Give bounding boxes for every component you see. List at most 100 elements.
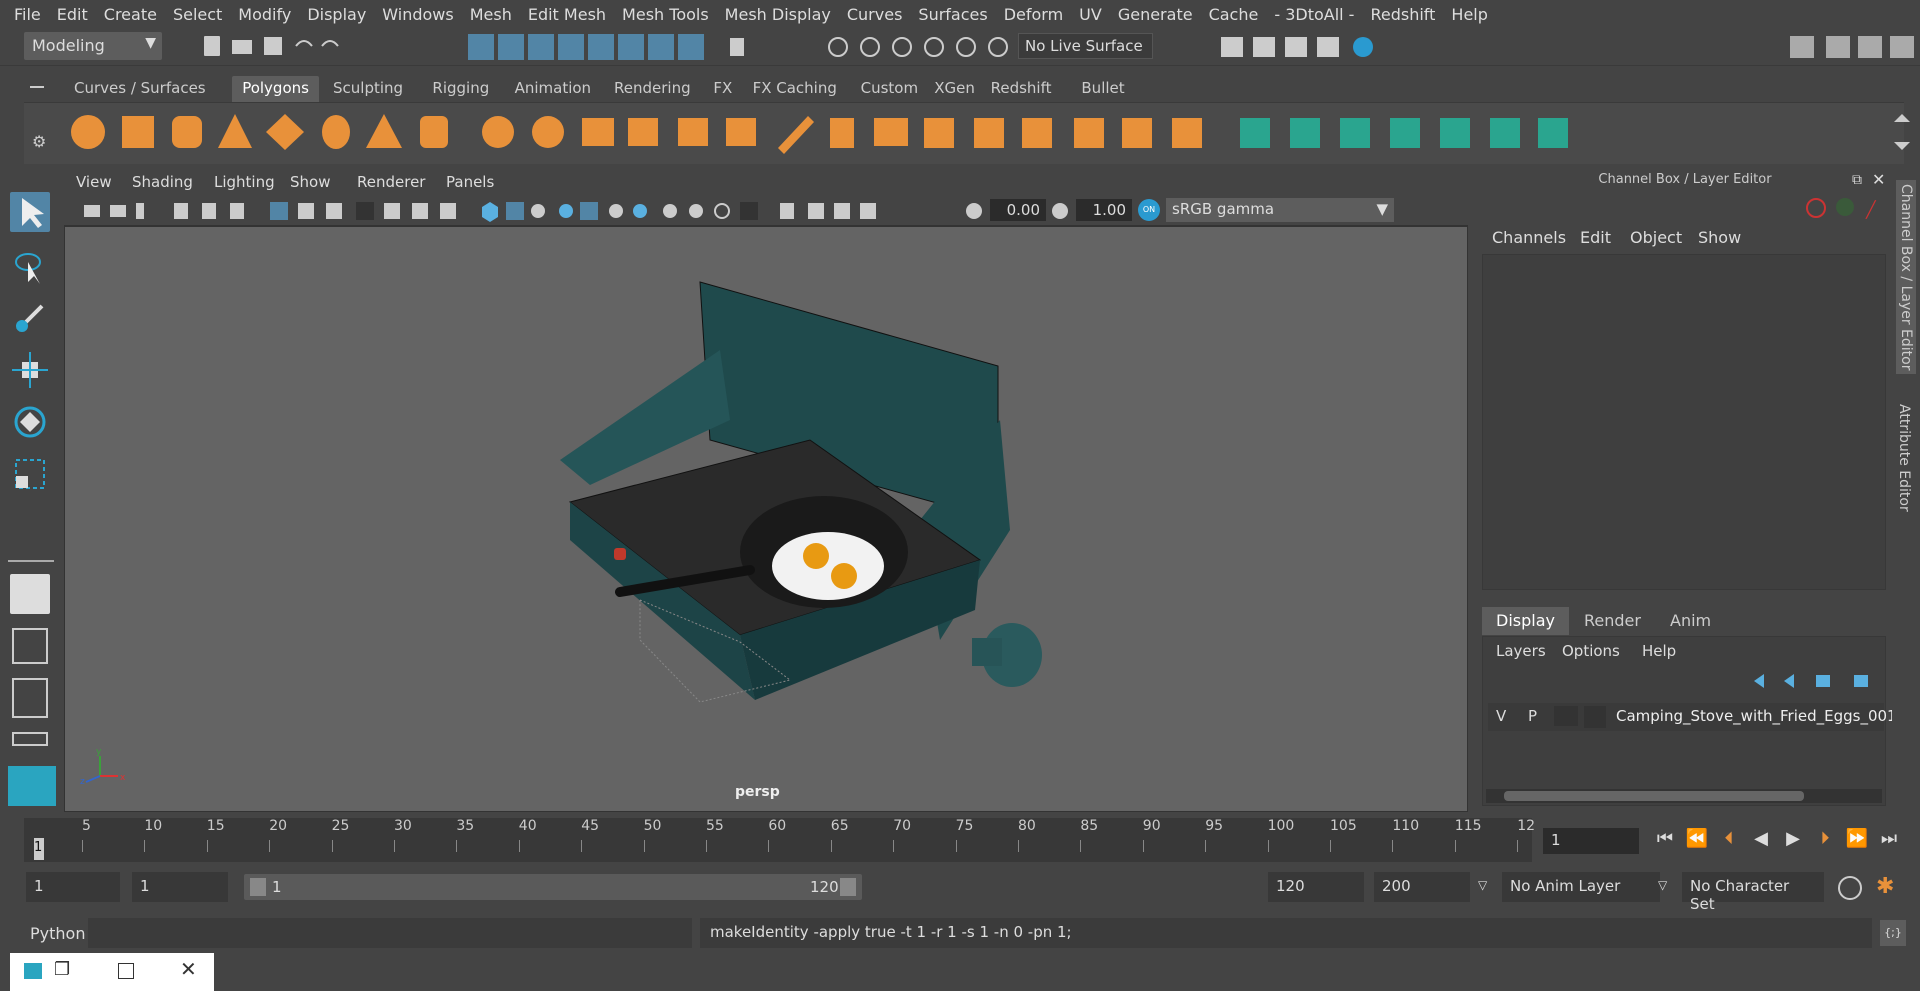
menu-mesh-tools[interactable]: Mesh Tools — [614, 5, 717, 24]
four-view-layout-icon[interactable] — [12, 628, 48, 664]
layer-row[interactable]: V P Camping_Stove_with_Fried_Eggs_001 — [1488, 703, 1897, 731]
menu-edit-mesh[interactable]: Edit Mesh — [520, 5, 614, 24]
anim-end-field[interactable]: 200 — [1374, 872, 1470, 902]
menu-file[interactable]: File — [6, 5, 49, 24]
menu-windows[interactable]: Windows — [374, 5, 461, 24]
shelf-tab-bullet[interactable]: Bullet — [1071, 76, 1134, 102]
select-tool-icon[interactable] — [10, 192, 50, 232]
outliner-layout-icon[interactable] — [12, 732, 48, 746]
chevron-down-icon[interactable]: ▽ — [1478, 878, 1487, 892]
layer-scrollbar[interactable] — [1486, 789, 1882, 803]
channel-box-area[interactable] — [1482, 254, 1886, 590]
viewport-menu-panels[interactable]: Panels — [446, 173, 494, 191]
layer-type-toggle[interactable] — [1554, 706, 1578, 726]
layer-menu-layers[interactable]: Layers — [1496, 642, 1546, 660]
menu-mesh[interactable]: Mesh — [462, 5, 520, 24]
side-tab-channel-box[interactable]: Channel Box / Layer Editor — [1896, 180, 1916, 375]
range-start-handle[interactable] — [250, 878, 266, 896]
layer-color-swatch[interactable] — [1584, 706, 1606, 728]
shelf-tab-xgen[interactable]: XGen — [924, 76, 985, 102]
move-tool-icon[interactable] — [10, 350, 50, 390]
go-to-end-button[interactable]: ⏭ — [1876, 828, 1902, 854]
viewport-menu-lighting[interactable]: Lighting — [214, 173, 275, 191]
playback-end-field[interactable]: 120 — [1268, 872, 1364, 902]
shelf-tab-sculpting[interactable]: Sculpting — [323, 76, 413, 102]
channel-box-menu-channels[interactable]: Channels — [1492, 228, 1566, 247]
scrollbar-thumb[interactable] — [1504, 791, 1804, 801]
go-to-start-button[interactable]: ⏮ — [1652, 828, 1678, 854]
viewport-menu-view[interactable]: View — [76, 173, 112, 191]
close-icon[interactable]: ✕ — [1872, 170, 1885, 189]
shelf-tab-rigging[interactable]: Rigging — [422, 76, 499, 102]
playback-settings-icon[interactable] — [1838, 876, 1862, 900]
layer-menu-options[interactable]: Options — [1562, 642, 1620, 660]
current-frame-field[interactable]: 1 — [1543, 828, 1639, 854]
gamma-field[interactable]: 1.00 — [1076, 199, 1132, 221]
gear-icon[interactable]: ⚙ — [32, 132, 46, 151]
menu-redshift[interactable]: Redshift — [1362, 5, 1443, 24]
single-view-layout-icon[interactable] — [10, 574, 50, 614]
menu-uv[interactable]: UV — [1071, 5, 1110, 24]
playback-start-field[interactable]: 1 — [132, 872, 228, 902]
range-slider[interactable]: 1 120 — [244, 874, 862, 900]
menu-create[interactable]: Create — [96, 5, 165, 24]
menu-3dtoall[interactable]: - 3DtoAll - — [1266, 5, 1362, 24]
maximize-icon[interactable] — [118, 963, 134, 979]
step-forward-key-button[interactable]: ⏩ — [1844, 828, 1870, 854]
layer-tab-display[interactable]: Display — [1482, 607, 1569, 635]
rotate-tool-icon[interactable] — [10, 402, 50, 442]
anim-layer-field[interactable]: No Anim Layer — [1502, 872, 1660, 902]
viewport-menu-renderer[interactable]: Renderer — [357, 173, 425, 191]
scale-tool-icon[interactable] — [10, 454, 50, 494]
shelf-menu-icon[interactable] — [30, 86, 44, 88]
manipulator-icon[interactable] — [1806, 198, 1826, 218]
colorspace-dropdown[interactable]: sRGB gamma ▼ — [1166, 198, 1394, 222]
step-back-key-button[interactable]: ⏪ — [1684, 828, 1710, 854]
close-icon[interactable]: ✕ — [180, 957, 197, 981]
speed-icon[interactable] — [1836, 198, 1854, 216]
auto-key-icon[interactable]: ✱ — [1876, 874, 1894, 899]
shelf-tab-fx-caching[interactable]: FX Caching — [743, 76, 847, 102]
menu-deform[interactable]: Deform — [996, 5, 1071, 24]
shelf-tab-rendering[interactable]: Rendering — [604, 76, 701, 102]
play-forward-button[interactable]: ▶ — [1780, 828, 1806, 854]
shelf-tab-fx[interactable]: FX — [703, 76, 742, 102]
command-input[interactable] — [88, 918, 692, 948]
shelf-tab-animation[interactable]: Animation — [505, 76, 601, 102]
channel-box-menu-show[interactable]: Show — [1698, 228, 1741, 247]
layer-tab-anim[interactable]: Anim — [1656, 607, 1725, 635]
menu-mesh-display[interactable]: Mesh Display — [717, 5, 839, 24]
camping-stove-model[interactable] — [540, 270, 1060, 710]
viewport-menu-show[interactable]: Show — [290, 173, 330, 191]
menu-curves[interactable]: Curves — [839, 5, 911, 24]
step-back-frame-button[interactable]: ⏴ — [1716, 828, 1742, 854]
shelf-tab-curves-surfaces[interactable]: Curves / Surfaces — [64, 76, 216, 102]
hyper-icon[interactable]: ╱ — [1866, 200, 1876, 219]
lasso-tool-icon[interactable] — [10, 246, 50, 286]
character-set-field[interactable]: No Character Set — [1682, 872, 1824, 913]
script-editor-icon[interactable]: {;} — [1880, 920, 1906, 946]
menu-surfaces[interactable]: Surfaces — [910, 5, 995, 24]
layer-tab-render[interactable]: Render — [1570, 607, 1655, 635]
menu-cache[interactable]: Cache — [1201, 5, 1267, 24]
float-icon[interactable]: ⧉ — [1852, 172, 1862, 188]
menu-modify[interactable]: Modify — [230, 5, 299, 24]
layer-playback-toggle[interactable]: P — [1528, 707, 1537, 725]
anim-start-field[interactable]: 1 — [26, 872, 120, 902]
viewport-menu-shading[interactable]: Shading — [132, 173, 193, 191]
paint-select-tool-icon[interactable] — [10, 298, 50, 338]
shelf-tab-polygons[interactable]: Polygons — [232, 76, 319, 102]
shelf-tab-redshift[interactable]: Redshift — [981, 76, 1062, 102]
play-backward-button[interactable]: ◀ — [1748, 828, 1774, 854]
shelf-tab-custom[interactable]: Custom — [851, 76, 928, 102]
layer-visibility-toggle[interactable]: V — [1496, 707, 1506, 725]
step-forward-frame-button[interactable]: ⏵ — [1812, 828, 1838, 854]
exposure-field[interactable]: 0.00 — [990, 199, 1046, 221]
menu-edit[interactable]: Edit — [49, 5, 96, 24]
layer-menu-help[interactable]: Help — [1642, 642, 1676, 660]
color-management-toggle-icon[interactable]: ON — [1138, 199, 1160, 221]
menu-display[interactable]: Display — [299, 5, 374, 24]
chevron-down-icon[interactable]: ▽ — [1658, 878, 1667, 892]
channel-box-menu-edit[interactable]: Edit — [1580, 228, 1611, 247]
menu-generate[interactable]: Generate — [1110, 5, 1201, 24]
